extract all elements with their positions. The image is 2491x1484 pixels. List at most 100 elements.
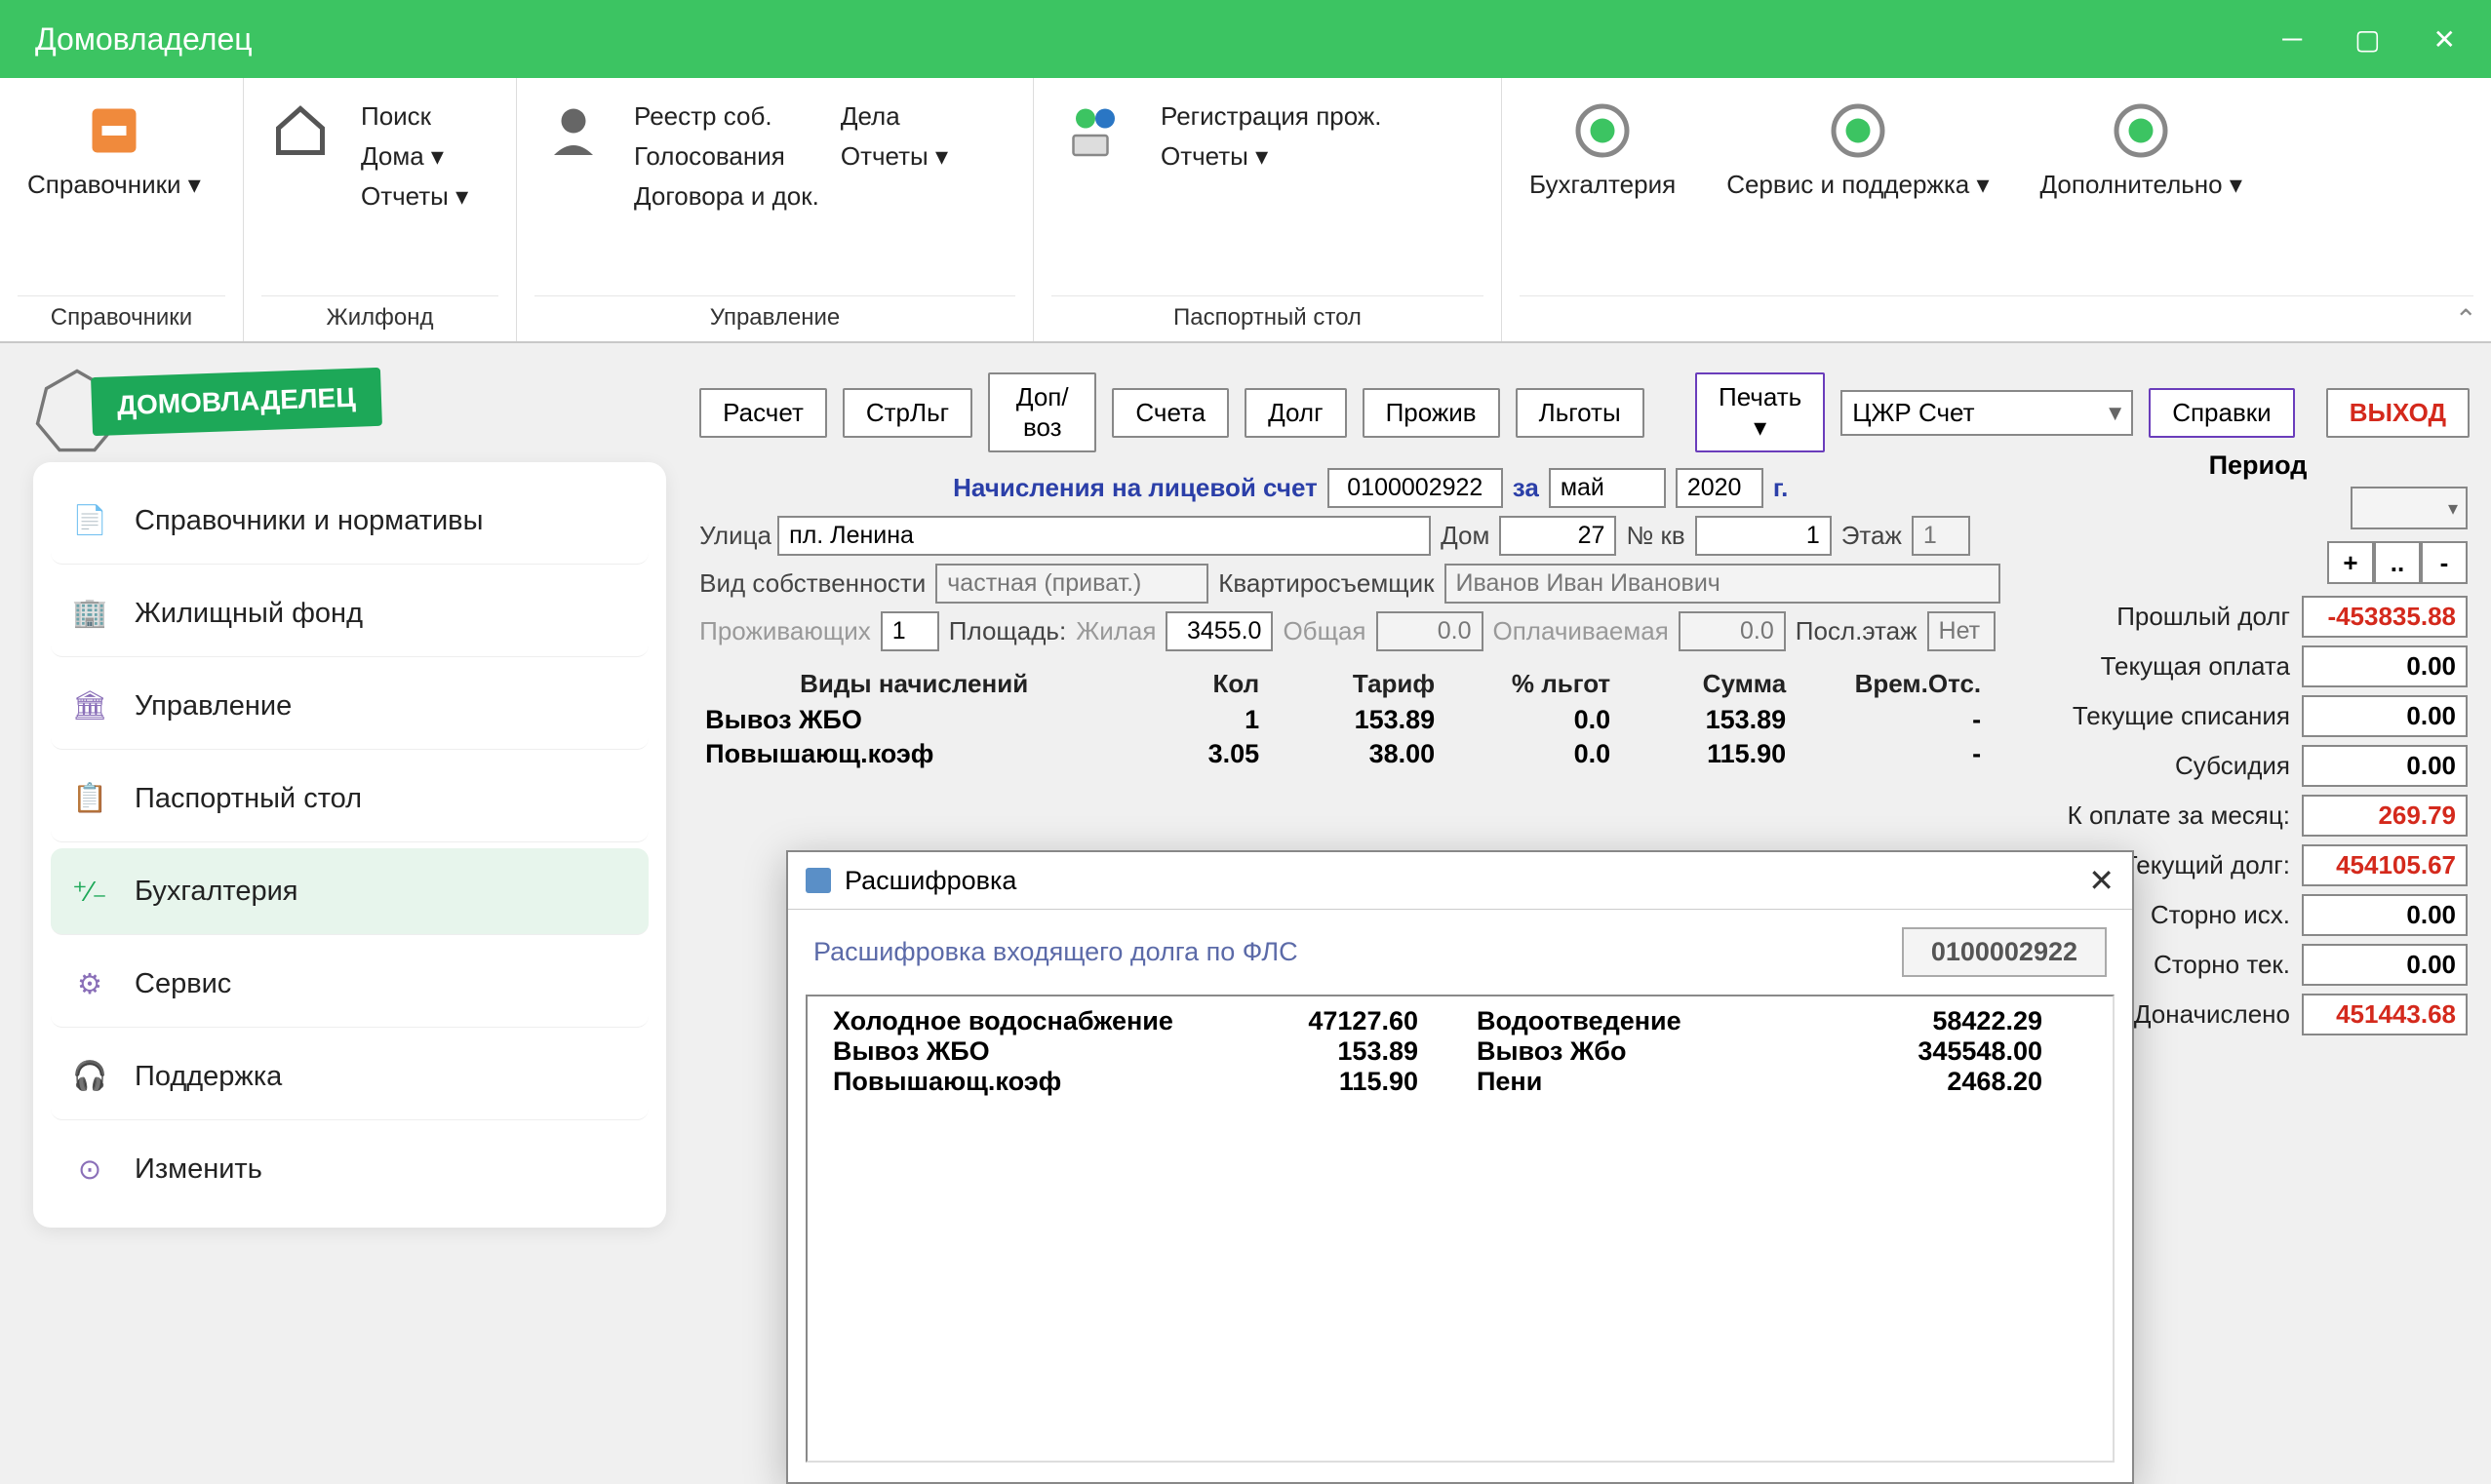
summary-row: Прошлый долг-453835.88 <box>2048 596 2468 638</box>
toolbar-счета-button[interactable]: Счета <box>1112 388 1229 438</box>
period-minus-button[interactable]: - <box>2421 541 2468 584</box>
spravki-button[interactable]: Справки <box>2149 388 2295 438</box>
tenant-field: Иванов Иван Иванович <box>1444 564 2000 604</box>
ribbon-group-label: Управление <box>534 295 1015 341</box>
toolbar-расчет-button[interactable]: Расчет <box>699 388 827 438</box>
ribbon-servis[interactable]: Сервис и поддержка ▾ <box>1717 90 1998 295</box>
modal-titlebar[interactable]: Расшифровка ✕ <box>788 852 2132 910</box>
modal-close-icon[interactable]: ✕ <box>2088 862 2115 899</box>
exit-button[interactable]: ВЫХОД <box>2326 388 2470 438</box>
summary-row: Текущая оплата0.00 <box>2048 645 2468 687</box>
ribbon-golos[interactable]: Голосования <box>634 141 819 172</box>
toolbar-льготы-button[interactable]: Льготы <box>1516 388 1644 438</box>
ribbon-otchety-3[interactable]: Отчеты ▾ <box>1161 141 1382 172</box>
ribbon: Справочники ▾ Справочники Поиск Дома ▾ О… <box>0 78 2491 343</box>
account-type-select[interactable]: ЦЖР Счет <box>1840 390 2133 436</box>
modal-account: 0100002922 <box>1902 927 2107 977</box>
circle-icon <box>1829 101 1887 160</box>
book-icon <box>85 101 143 160</box>
house-icon-big[interactable] <box>261 90 339 295</box>
summary-row: К оплате за месяц:269.79 <box>2048 795 2468 837</box>
area-total-field: 0.0 <box>1376 611 1483 651</box>
sidebar: 📄Справочники и нормативы🏢Жилищный фонд🏛У… <box>33 462 666 1228</box>
sidebar-icon: 📋 <box>72 781 107 816</box>
ribbon-group-label: Паспортный стол <box>1051 295 1483 341</box>
ribbon-group-label: Справочники <box>18 295 225 341</box>
sidebar-item-4[interactable]: ⁺⁄₋Бухгалтерия <box>51 848 649 935</box>
ribbon-otchety-2[interactable]: Отчеты ▾ <box>841 141 948 172</box>
modal-window: Расшифровка ✕ Расшифровка входящего долг… <box>786 850 2134 1484</box>
house-icon <box>271 101 330 160</box>
sidebar-item-7[interactable]: ⊙Изменить <box>51 1126 649 1212</box>
ribbon-group-label: Жилфонд <box>261 295 498 341</box>
apt-field[interactable]: 1 <box>1695 516 1832 556</box>
modal-row: Повышающ.коэф115.90Пени2468.20 <box>833 1067 2087 1097</box>
sidebar-item-2[interactable]: 🏛Управление <box>51 663 649 750</box>
house-field[interactable]: 27 <box>1499 516 1616 556</box>
ownership-field: частная (приват.) <box>935 564 1208 604</box>
print-button[interactable]: Печать ▾ <box>1695 372 1825 452</box>
people-icon-big[interactable] <box>1051 90 1139 295</box>
toolbar-прожив-button[interactable]: Прожив <box>1363 388 1500 438</box>
ribbon-spravochniki[interactable]: Справочники ▾ <box>18 90 211 295</box>
toolbar: Расчет СтрЛьг Доп/воз Счета Долг Прожив Льготы… <box>699 372 2470 452</box>
modal-row: Холодное водоснабжение47127.60Водоотведе… <box>833 1006 2087 1036</box>
ribbon-collapse-icon[interactable]: ⌃ <box>2455 303 2477 335</box>
ribbon-doma[interactable]: Дома ▾ <box>361 141 468 172</box>
toolbar-стрльг-button[interactable]: СтрЛьг <box>843 388 972 438</box>
toolbar-долг-button[interactable]: Долг <box>1245 388 1346 438</box>
area-pay-field: 0.0 <box>1679 611 1786 651</box>
sidebar-icon: 🏢 <box>72 596 107 631</box>
ribbon-poisk[interactable]: Поиск <box>361 101 468 132</box>
people-icon <box>1066 101 1125 160</box>
sidebar-icon: ⁺⁄₋ <box>72 874 107 909</box>
street-field[interactable]: пл. Ленина <box>777 516 1431 556</box>
year-field[interactable]: 2020 <box>1676 468 1763 508</box>
ribbon-buhgalteria[interactable]: Бухгалтерия <box>1520 90 1685 295</box>
sidebar-item-1[interactable]: 🏢Жилищный фонд <box>51 570 649 657</box>
ribbon-registracia[interactable]: Регистрация прож. <box>1161 101 1382 132</box>
ribbon-dela[interactable]: Дела <box>841 101 948 132</box>
circle-icon <box>1573 101 1632 160</box>
sidebar-icon: 🎧 <box>72 1059 107 1094</box>
modal-subtitle: Расшифровка входящего долга по ФЛС <box>813 937 1298 967</box>
sidebar-icon: 📄 <box>72 503 107 538</box>
toolbar-доп/воз-button[interactable]: Доп/воз <box>988 372 1096 452</box>
ribbon-reestr[interactable]: Реестр соб. <box>634 101 819 132</box>
charges-title: Начисления на лицевой счет <box>953 473 1318 503</box>
ribbon-otchety-1[interactable]: Отчеты ▾ <box>361 181 468 212</box>
person-icon <box>544 101 603 160</box>
floor-field: 1 <box>1912 516 1970 556</box>
titlebar: Домовладелец ─ ▢ ✕ <box>0 0 2491 78</box>
logo: ДОМОВЛАДЕЛЕЦ <box>33 372 666 431</box>
sidebar-item-6[interactable]: 🎧Поддержка <box>51 1034 649 1120</box>
sidebar-icon: 🏛 <box>72 688 107 723</box>
minimize-icon[interactable]: ─ <box>2282 23 2302 56</box>
period-label: Период <box>2048 450 2468 481</box>
period-dots-button[interactable]: .. <box>2374 541 2421 584</box>
summary-row: Субсидия0.00 <box>2048 745 2468 787</box>
period-select[interactable] <box>2351 487 2468 529</box>
sidebar-item-3[interactable]: 📋Паспортный стол <box>51 756 649 842</box>
sidebar-item-5[interactable]: ⚙Сервис <box>51 941 649 1028</box>
last-floor-field: Нет <box>1927 611 1996 651</box>
account-field[interactable]: 0100002922 <box>1327 468 1503 508</box>
summary-row: Текущие списания0.00 <box>2048 695 2468 737</box>
sidebar-item-0[interactable]: 📄Справочники и нормативы <box>51 478 649 565</box>
month-field[interactable]: май <box>1549 468 1666 508</box>
person-icon-big[interactable] <box>534 90 613 295</box>
period-plus-button[interactable]: + <box>2327 541 2374 584</box>
table-icon <box>806 868 831 893</box>
modal-body[interactable]: Холодное водоснабжение47127.60Водоотведе… <box>806 995 2115 1463</box>
logo-text: ДОМОВЛАДЕЛЕЦ <box>91 368 382 436</box>
app-title: Домовладелец <box>35 21 253 58</box>
window-controls: ─ ▢ ✕ <box>2282 23 2456 56</box>
area-live-field[interactable]: 3455.0 <box>1166 611 1273 651</box>
residents-field[interactable]: 1 <box>881 611 939 651</box>
sidebar-icon: ⚙ <box>72 966 107 1001</box>
modal-row: Вывоз ЖБО153.89Вывоз Жбо345548.00 <box>833 1036 2087 1067</box>
maximize-icon[interactable]: ▢ <box>2354 23 2380 56</box>
ribbon-dopolnitelno[interactable]: Дополнительно ▾ <box>2031 90 2252 295</box>
ribbon-dogovora[interactable]: Договора и док. <box>634 181 819 212</box>
close-icon[interactable]: ✕ <box>2433 23 2456 56</box>
